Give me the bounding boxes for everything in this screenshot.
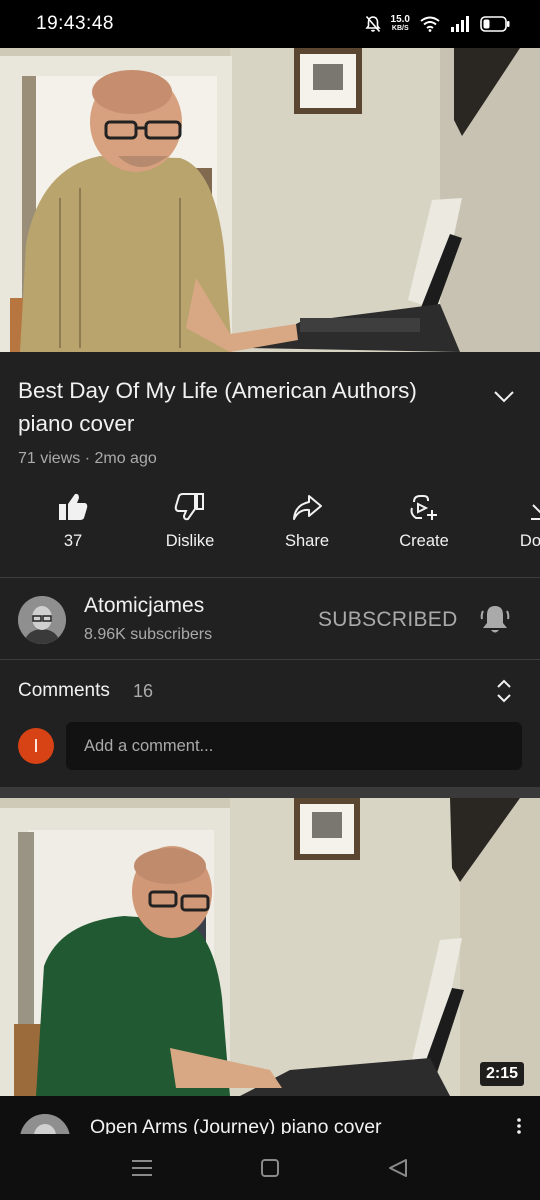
bell-icon[interactable] xyxy=(478,602,512,636)
next-video-channel-avatar[interactable] xyxy=(20,1114,70,1134)
system-nav-bar xyxy=(0,1134,540,1200)
comments-section[interactable]: Comments 16 I Add a comment... xyxy=(0,662,540,787)
divider xyxy=(0,659,540,660)
action-bar: 37 Dislike Share Create Do xyxy=(0,492,540,572)
home-icon[interactable] xyxy=(256,1154,284,1182)
status-icons: 15.0 KB/S xyxy=(364,15,510,33)
thumbs-up-icon xyxy=(59,493,88,520)
user-avatar: I xyxy=(18,728,54,764)
video-info-panel: Best Day Of My Life (American Authors) p… xyxy=(0,352,540,787)
dislike-label: Dislike xyxy=(165,532,215,550)
create-icon xyxy=(410,495,437,520)
share-button[interactable]: Share xyxy=(252,492,362,551)
video-player[interactable] xyxy=(0,48,540,352)
status-bar: 19:43:48 15.0 KB/S xyxy=(0,0,540,48)
menu-icon[interactable] xyxy=(128,1154,156,1182)
mute-bell-icon xyxy=(364,15,381,33)
download-button[interactable]: Down xyxy=(486,492,540,551)
video-frame xyxy=(0,48,540,352)
create-label: Create xyxy=(399,532,449,550)
download-label: Down xyxy=(519,532,540,550)
status-time: 19:43:48 xyxy=(36,13,114,34)
create-button[interactable]: Create xyxy=(369,492,479,551)
subscribed-button[interactable]: SUBSCRIBED xyxy=(318,608,458,632)
channel-row[interactable]: Atomicjames 8.96K subscribers SUBSCRIBED xyxy=(0,578,540,658)
video-meta: 71 views · 2mo ago xyxy=(18,450,157,467)
next-video-title[interactable]: Open Arms (Journey) piano cover xyxy=(90,1116,382,1134)
section-gap xyxy=(0,787,540,798)
next-video-avatar-image xyxy=(20,1114,70,1134)
channel-name[interactable]: Atomicjames xyxy=(84,594,204,618)
thumbnail-image xyxy=(0,798,540,1096)
next-video-row[interactable]: Open Arms (Journey) piano cover xyxy=(0,1096,540,1134)
channel-avatar-image xyxy=(18,596,66,644)
thumbs-down-icon xyxy=(174,493,204,521)
comments-count: 16 xyxy=(133,681,154,701)
channel-avatar[interactable] xyxy=(18,596,66,644)
video-duration-badge: 2:15 xyxy=(480,1062,525,1086)
like-button[interactable]: 37 xyxy=(18,492,128,551)
comments-label: Comments xyxy=(18,680,110,701)
network-speed-value: 15.0 xyxy=(390,14,410,25)
comment-input[interactable]: Add a comment... xyxy=(66,722,522,770)
network-speed-unit: KB/S xyxy=(391,25,409,32)
battery-icon xyxy=(480,16,510,32)
back-icon[interactable] xyxy=(384,1154,412,1182)
signal-icon xyxy=(451,16,469,32)
more-options-icon[interactable] xyxy=(512,1118,526,1134)
share-icon xyxy=(293,495,322,520)
video-title[interactable]: Best Day Of My Life (American Authors) p… xyxy=(18,374,468,440)
download-icon xyxy=(531,504,540,520)
chevron-down-icon[interactable] xyxy=(490,382,518,410)
expand-icon[interactable] xyxy=(492,678,516,704)
like-count: 37 xyxy=(63,532,83,550)
next-video-thumbnail[interactable] xyxy=(0,798,540,1096)
network-speed: 15.0 KB/S xyxy=(391,15,410,33)
dislike-button[interactable]: Dislike xyxy=(135,492,245,551)
share-label: Share xyxy=(284,532,330,550)
wifi-icon xyxy=(420,16,440,32)
channel-subscribers: 8.96K subscribers xyxy=(84,626,213,643)
